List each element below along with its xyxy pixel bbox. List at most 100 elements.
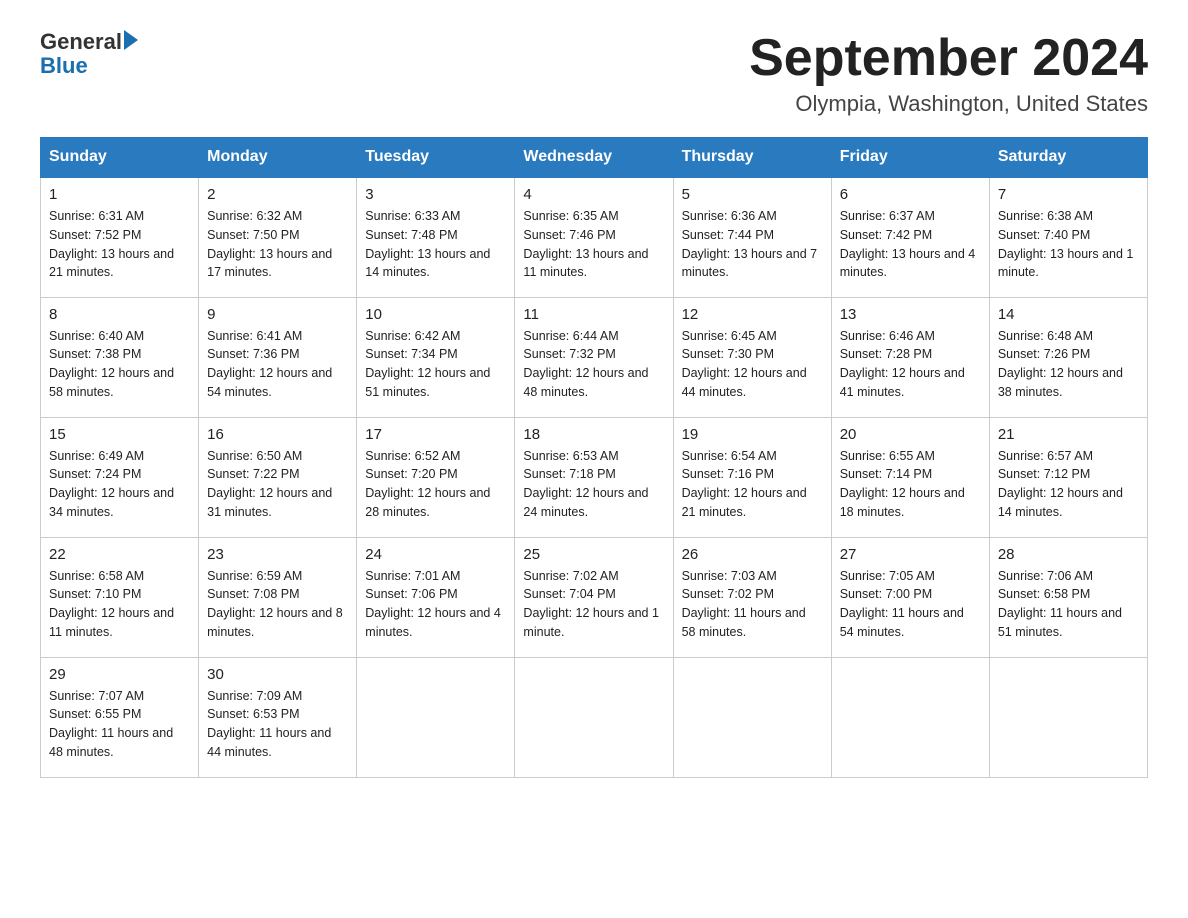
table-row: 2Sunrise: 6:32 AMSunset: 7:50 PMDaylight… [199, 177, 357, 297]
table-row [831, 657, 989, 777]
table-row: 7 Sunrise: 6:38 AMSunset: 7:40 PMDaylight… [989, 177, 1147, 297]
table-row: 27 Sunrise: 7:05 AMSunset: 7:00 PMDayligh… [831, 537, 989, 657]
day-info: Sunrise: 6:41 AMSunset: 7:36 PMDaylight:… [207, 327, 348, 402]
table-row: 20Sunrise: 6:55 AMSunset: 7:14 PMDayligh… [831, 417, 989, 537]
table-row: 6Sunrise: 6:37 AMSunset: 7:42 PMDaylight… [831, 177, 989, 297]
day-info: Sunrise: 7:03 AMSunset: 7:02 PMDaylight:… [682, 567, 823, 642]
col-wednesday: Wednesday [515, 138, 673, 178]
day-info: Sunrise: 6:44 AMSunset: 7:32 PMDaylight:… [523, 327, 664, 402]
table-row: 23 Sunrise: 6:59 AMSunset: 7:08 PMDayligh… [199, 537, 357, 657]
day-number: 11 [523, 306, 664, 323]
table-row: 4Sunrise: 6:35 AMSunset: 7:46 PMDaylight… [515, 177, 673, 297]
day-number: 22 [49, 546, 190, 563]
table-row [989, 657, 1147, 777]
day-info: Sunrise: 6:57 AMSunset: 7:12 PMDaylight:… [998, 447, 1139, 522]
col-monday: Monday [199, 138, 357, 178]
col-friday: Friday [831, 138, 989, 178]
day-info: Sunrise: 6:59 AMSunset: 7:08 PMDaylight:… [207, 567, 348, 642]
day-number: 24 [365, 546, 506, 563]
day-info: Sunrise: 6:45 AMSunset: 7:30 PMDaylight:… [682, 327, 823, 402]
day-info: Sunrise: 6:50 AMSunset: 7:22 PMDaylight:… [207, 447, 348, 522]
day-info: Sunrise: 7:09 AMSunset: 6:53 PMDaylight:… [207, 687, 348, 762]
table-row: 13Sunrise: 6:46 AMSunset: 7:28 PMDayligh… [831, 297, 989, 417]
day-info: Sunrise: 6:54 AMSunset: 7:16 PMDaylight:… [682, 447, 823, 522]
table-row: 17 Sunrise: 6:52 AMSunset: 7:20 PMDayligh… [357, 417, 515, 537]
table-row: 15 Sunrise: 6:49 AMSunset: 7:24 PMDayligh… [41, 417, 199, 537]
day-number: 15 [49, 426, 190, 443]
day-number: 10 [365, 306, 506, 323]
day-number: 21 [998, 426, 1139, 443]
table-row: 26 Sunrise: 7:03 AMSunset: 7:02 PMDayligh… [673, 537, 831, 657]
day-info: Sunrise: 7:01 AMSunset: 7:06 PMDaylight:… [365, 567, 506, 642]
day-info: Sunrise: 6:42 AMSunset: 7:34 PMDaylight:… [365, 327, 506, 402]
day-number: 3 [365, 186, 506, 203]
day-info: Sunrise: 6:31 AMSunset: 7:52 PMDaylight:… [49, 207, 190, 282]
day-number: 14 [998, 306, 1139, 323]
day-number: 28 [998, 546, 1139, 563]
table-row: 5 Sunrise: 6:36 AMSunset: 7:44 PMDaylight… [673, 177, 831, 297]
table-row: 14 Sunrise: 6:48 AMSunset: 7:26 PMDayligh… [989, 297, 1147, 417]
table-row: 8Sunrise: 6:40 AMSunset: 7:38 PMDaylight… [41, 297, 199, 417]
table-row: 22Sunrise: 6:58 AMSunset: 7:10 PMDayligh… [41, 537, 199, 657]
day-number: 18 [523, 426, 664, 443]
day-info: Sunrise: 6:49 AMSunset: 7:24 PMDaylight:… [49, 447, 190, 522]
table-row: 16 Sunrise: 6:50 AMSunset: 7:22 PMDayligh… [199, 417, 357, 537]
day-info: Sunrise: 6:52 AMSunset: 7:20 PMDaylight:… [365, 447, 506, 522]
day-info: Sunrise: 7:02 AMSunset: 7:04 PMDaylight:… [523, 567, 664, 642]
day-number: 30 [207, 666, 348, 683]
day-number: 23 [207, 546, 348, 563]
table-row: 12 Sunrise: 6:45 AMSunset: 7:30 PMDayligh… [673, 297, 831, 417]
day-info: Sunrise: 6:38 AMSunset: 7:40 PMDaylight:… [998, 207, 1139, 282]
day-info: Sunrise: 7:07 AMSunset: 6:55 PMDaylight:… [49, 687, 190, 762]
calendar-week-row: 8Sunrise: 6:40 AMSunset: 7:38 PMDaylight… [41, 297, 1148, 417]
title-area: September 2024 Olympia, Washington, Unit… [749, 30, 1148, 117]
table-row: 28Sunrise: 7:06 AMSunset: 6:58 PMDayligh… [989, 537, 1147, 657]
table-row: 24 Sunrise: 7:01 AMSunset: 7:06 PMDayligh… [357, 537, 515, 657]
page-header: General Blue September 2024 Olympia, Was… [40, 30, 1148, 117]
table-row: 30 Sunrise: 7:09 AMSunset: 6:53 PMDayligh… [199, 657, 357, 777]
table-row: 1 Sunrise: 6:31 AMSunset: 7:52 PMDaylight… [41, 177, 199, 297]
calendar-week-row: 22Sunrise: 6:58 AMSunset: 7:10 PMDayligh… [41, 537, 1148, 657]
table-row: 21 Sunrise: 6:57 AMSunset: 7:12 PMDayligh… [989, 417, 1147, 537]
day-info: Sunrise: 6:35 AMSunset: 7:46 PMDaylight:… [523, 207, 664, 282]
day-number: 19 [682, 426, 823, 443]
day-info: Sunrise: 6:37 AMSunset: 7:42 PMDaylight:… [840, 207, 981, 282]
day-number: 16 [207, 426, 348, 443]
day-number: 20 [840, 426, 981, 443]
day-info: Sunrise: 7:05 AMSunset: 7:00 PMDaylight:… [840, 567, 981, 642]
logo-arrow-icon [124, 30, 138, 50]
day-number: 29 [49, 666, 190, 683]
table-row: 25Sunrise: 7:02 AMSunset: 7:04 PMDayligh… [515, 537, 673, 657]
logo-blue-text: Blue [40, 54, 138, 78]
calendar-week-row: 29 Sunrise: 7:07 AMSunset: 6:55 PMDayligh… [41, 657, 1148, 777]
month-title: September 2024 [749, 30, 1148, 87]
day-info: Sunrise: 6:48 AMSunset: 7:26 PMDaylight:… [998, 327, 1139, 402]
table-row: 29 Sunrise: 7:07 AMSunset: 6:55 PMDayligh… [41, 657, 199, 777]
day-number: 5 [682, 186, 823, 203]
day-info: Sunrise: 6:33 AMSunset: 7:48 PMDaylight:… [365, 207, 506, 282]
day-info: Sunrise: 6:36 AMSunset: 7:44 PMDaylight:… [682, 207, 823, 282]
day-number: 12 [682, 306, 823, 323]
day-number: 1 [49, 186, 190, 203]
day-number: 17 [365, 426, 506, 443]
table-row: 19 Sunrise: 6:54 AMSunset: 7:16 PMDayligh… [673, 417, 831, 537]
day-number: 27 [840, 546, 981, 563]
col-tuesday: Tuesday [357, 138, 515, 178]
table-row [357, 657, 515, 777]
day-number: 26 [682, 546, 823, 563]
table-row [515, 657, 673, 777]
table-row: 9Sunrise: 6:41 AMSunset: 7:36 PMDaylight… [199, 297, 357, 417]
location-title: Olympia, Washington, United States [749, 91, 1148, 117]
calendar-header-row: Sunday Monday Tuesday Wednesday Thursday… [41, 138, 1148, 178]
col-saturday: Saturday [989, 138, 1147, 178]
table-row: 10 Sunrise: 6:42 AMSunset: 7:34 PMDayligh… [357, 297, 515, 417]
logo-general-text: General [40, 30, 122, 54]
logo: General Blue [40, 30, 138, 78]
day-info: Sunrise: 6:46 AMSunset: 7:28 PMDaylight:… [840, 327, 981, 402]
table-row [673, 657, 831, 777]
day-number: 7 [998, 186, 1139, 203]
day-info: Sunrise: 6:53 AMSunset: 7:18 PMDaylight:… [523, 447, 664, 522]
calendar-week-row: 1 Sunrise: 6:31 AMSunset: 7:52 PMDaylight… [41, 177, 1148, 297]
table-row: 11 Sunrise: 6:44 AMSunset: 7:32 PMDayligh… [515, 297, 673, 417]
table-row: 3 Sunrise: 6:33 AMSunset: 7:48 PMDaylight… [357, 177, 515, 297]
